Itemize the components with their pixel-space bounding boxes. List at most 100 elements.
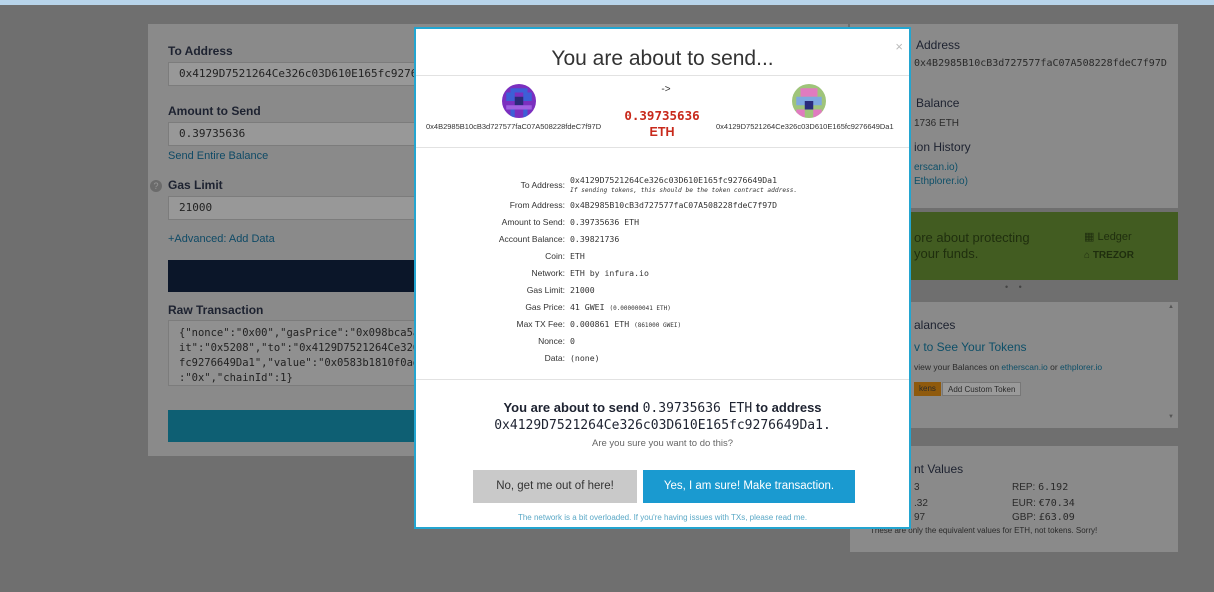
to-address-label: To Address [168,44,233,58]
detail-from-address: From Address: 0x4B2985B10cB3d727577faC07… [416,200,909,216]
network-overloaded-link[interactable]: The network is a bit overloaded. If you'… [416,513,909,522]
detail-network-value: ETH by infura.io [570,268,649,278]
detail-amount-label: Amount to Send: [501,217,565,227]
detail-gas-limit: Gas Limit: 21000 [416,285,909,301]
detail-max-fee-label: Max TX Fee: [516,319,566,329]
raw-transaction-label: Raw Transaction [168,303,264,317]
close-icon[interactable]: × [895,39,903,54]
equiv-left-1: .32 [914,498,928,509]
send-transaction-button[interactable] [168,410,418,442]
modal-title: You are about to send... [551,47,774,70]
divider [416,379,909,380]
help-icon[interactable]: ? [150,180,162,192]
from-identicon [502,84,536,118]
gas-limit-input[interactable]: 21000 [168,196,428,220]
detail-from-value: 0x4B2985B10cB3d727577faC07A508228fdeC7f9… [570,200,778,210]
detail-to-label: To Address: [520,180,565,190]
etherscan-link[interactable]: etherscan.io [1001,362,1047,372]
equiv-rep-value: 6.192 [1038,482,1069,493]
equiv-left-2: 97 [914,512,926,523]
token-balances-text: view your Balances on etherscan.io or et… [914,362,1102,372]
detail-amount-value: 0.39735636 ETH [570,217,640,227]
ethplorer-link[interactable]: ethplorer.io [1060,362,1102,372]
detail-network: Network: ETH by infura.io [416,268,909,284]
detail-data-value: (none) [570,353,600,363]
carousel-dots[interactable]: • • [1005,282,1026,292]
max-fee-eth: 0.000861 ETH [570,319,630,329]
send-amount-unit: ETH [649,125,675,139]
gas-limit-label: Gas Limit [168,178,223,192]
token-panel-scrollbar[interactable]: ▲ ▼ [1168,304,1176,424]
equiv-eur-value: €70.34 [1038,498,1075,509]
amount-input[interactable]: 0.39735636 [168,122,428,146]
divider [416,147,909,148]
equiv-gbp: GBP: £63.09 [1012,512,1075,523]
equiv-rep-label: REP: [1012,482,1039,493]
generate-transaction-button[interactable] [168,260,418,292]
token-text-prefix: view your Balances on [914,362,1002,372]
add-custom-token-button[interactable]: Add Custom Token [942,382,1022,396]
detail-balance: Account Balance: 0.39821736 [416,234,909,250]
equiv-left-0: 3 [914,482,920,493]
gas-price-eth: (0.000000041 ETH) [609,305,671,312]
detail-nonce: Nonce: 0 [416,336,909,352]
to-address-input[interactable]: 0x4129D7521264Ce326c03D610E165fc9276649D… [168,62,428,86]
confirm-mid: to address [752,400,822,415]
detail-amount: Amount to Send: 0.39735636 ETH [416,217,909,233]
scroll-down-icon[interactable]: ▼ [1168,414,1174,420]
ledger-label: Ledger [1097,231,1132,243]
detail-network-label: Network: [531,268,565,278]
banner-line-2: your funds. [914,246,979,261]
confirm-address: 0x4129D7521264Ce326c03D610E165fc9276649D… [494,418,831,433]
token-balances-title: alances [914,318,956,332]
confirm-question: Are you sure you want to do this? [592,438,733,449]
trezor-logo: ⌂ TREZOR [1084,250,1134,261]
detail-gas-price-label: Gas Price: [525,302,565,312]
token-text-or: or [1047,362,1061,372]
account-balance-title: Balance [916,96,960,110]
detail-gas-limit-label: Gas Limit: [526,285,565,295]
trezor-label: TREZOR [1092,250,1134,261]
detail-gas-price-value: 41 GWEI (0.000000041 ETH) [570,302,671,312]
detail-balance-label: Account Balance: [498,234,565,244]
advanced-add-data-link[interactable]: +Advanced: Add Data [168,233,275,245]
detail-balance-value: 0.39821736 [570,234,620,244]
ledger-icon: ▦ [1084,231,1098,243]
ledger-logo: ▦ Ledger [1084,230,1132,243]
cancel-button[interactable]: No, get me out of here! [473,470,637,503]
arrow-right-icon: -> [661,84,671,95]
confirm-transaction-button[interactable]: Yes, I am sure! Make transaction. [643,470,855,503]
confirm-prefix: You are about to send [503,400,643,415]
send-amount-value: 0.39735636 [624,108,700,123]
account-address-value: 0x4B2985B10cB3d727577faC07A508228fdeC7f9… [914,58,1167,69]
divider [416,75,909,76]
equiv-gbp-value: £63.09 [1038,512,1075,523]
see-tokens-link[interactable]: v to See Your Tokens [914,340,1027,354]
show-tokens-button[interactable]: kens [914,382,941,396]
account-balance-value: 1736 ETH [914,118,960,129]
equiv-eur-label: EUR: [1012,498,1039,509]
detail-max-fee: Max TX Fee: 0.000861 ETH (861000 GWEI) [416,319,909,335]
equiv-gbp-label: GBP: [1012,512,1039,523]
send-entire-balance-link[interactable]: Send Entire Balance [168,150,268,162]
detail-coin-value: ETH [570,251,585,261]
detail-to-note: If sending tokens, this should be the to… [570,187,798,194]
gas-price-gwei: 41 GWEI [570,302,605,312]
detail-data-label: Data: [544,353,565,363]
equivalent-values-title: nt Values [914,462,964,476]
confirm-summary: You are about to send 0.39735636 ETH to … [416,400,909,416]
amount-label: Amount to Send [168,104,261,118]
detail-to-address: To Address: 0x4129D7521264Ce326c03D610E1… [416,175,909,194]
trezor-icon: ⌂ [1084,250,1093,261]
confirm-amount: 0.39735636 ETH [642,401,753,416]
ethplorer-history-link[interactable]: Ethplorer.io) [914,176,968,187]
top-bar [0,0,1214,5]
etherscan-history-link[interactable]: erscan.io) [914,162,958,173]
to-identicon [792,84,826,118]
account-address-title: Address [916,38,961,52]
scroll-up-icon[interactable]: ▲ [1168,304,1174,310]
confirm-send-modal: You are about to send... × 0x4B2985B10cB… [414,27,911,529]
from-address-small: 0x4B2985B10cB3d727577faC07A508228fdeC7f9… [426,122,602,131]
detail-gas-price: Gas Price: 41 GWEI (0.000000041 ETH) [416,302,909,318]
raw-transaction-textarea[interactable]: {"nonce":"0x00","gasPrice":"0x098bca5a00… [168,320,418,386]
